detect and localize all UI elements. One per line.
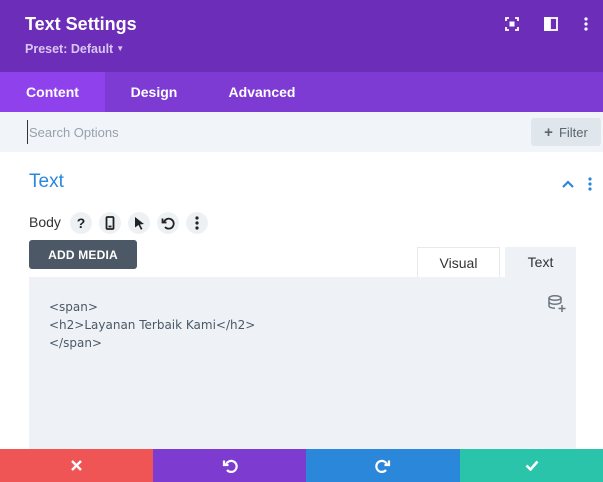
editor-tab-text[interactable]: Text [505,247,576,277]
undo-icon [222,459,238,473]
pointer-icon[interactable] [128,212,150,234]
editor-tab-visual[interactable]: Visual [417,247,500,277]
code-line: <h2>Layanan Terbaik Kami</h2> [49,318,256,332]
dynamic-content-icon[interactable] [547,294,567,314]
save-button[interactable] [460,449,603,482]
filter-label: Filter [558,124,588,140]
more-vertical-icon[interactable] [582,176,598,192]
expand-icon[interactable] [503,15,521,33]
field-label: Body [29,214,61,230]
settings-tabs: Content Design Advanced [0,72,603,112]
add-media-button[interactable]: ADD MEDIA [29,240,137,269]
undo-icon[interactable] [157,212,179,234]
more-vertical-icon[interactable] [186,212,208,234]
filter-button[interactable]: + Filter [531,118,601,146]
redo-button[interactable] [306,449,460,482]
redo-icon [375,459,391,473]
mobile-icon[interactable] [99,212,121,234]
code-line: <span> [49,300,98,314]
tab-content[interactable]: Content [0,72,105,112]
undo-button[interactable] [153,449,306,482]
tab-advanced[interactable]: Advanced [220,72,304,112]
preset-label: Preset: Default [25,42,114,56]
more-vertical-icon[interactable] [577,15,595,33]
chevron-up-icon[interactable] [560,176,576,192]
footer-actions [0,449,603,482]
check-icon [525,460,538,471]
tab-design[interactable]: Design [119,72,189,112]
settings-header: Text Settings Preset: Default ▼ [0,0,603,72]
search-input[interactable] [27,120,507,144]
close-icon [71,460,82,471]
code-line: </span> [49,336,102,350]
help-icon[interactable]: ? [70,212,92,234]
caret-down-icon: ▼ [116,44,125,53]
discard-button[interactable] [0,449,153,482]
modal-title: Text Settings [25,14,137,34]
preset-dropdown[interactable]: Preset: Default ▼ [25,42,124,56]
section-title[interactable]: Text [29,171,64,193]
plus-icon: + [544,123,553,141]
code-editor[interactable]: <span> <h2>Layanan Terbaik Kami</h2> </spa… [29,277,576,457]
search-bar [0,112,603,152]
sidebar-layout-icon[interactable] [542,15,560,33]
code-content: <span> <h2>Layanan Terbaik Kami</h2> </spa… [49,298,255,352]
